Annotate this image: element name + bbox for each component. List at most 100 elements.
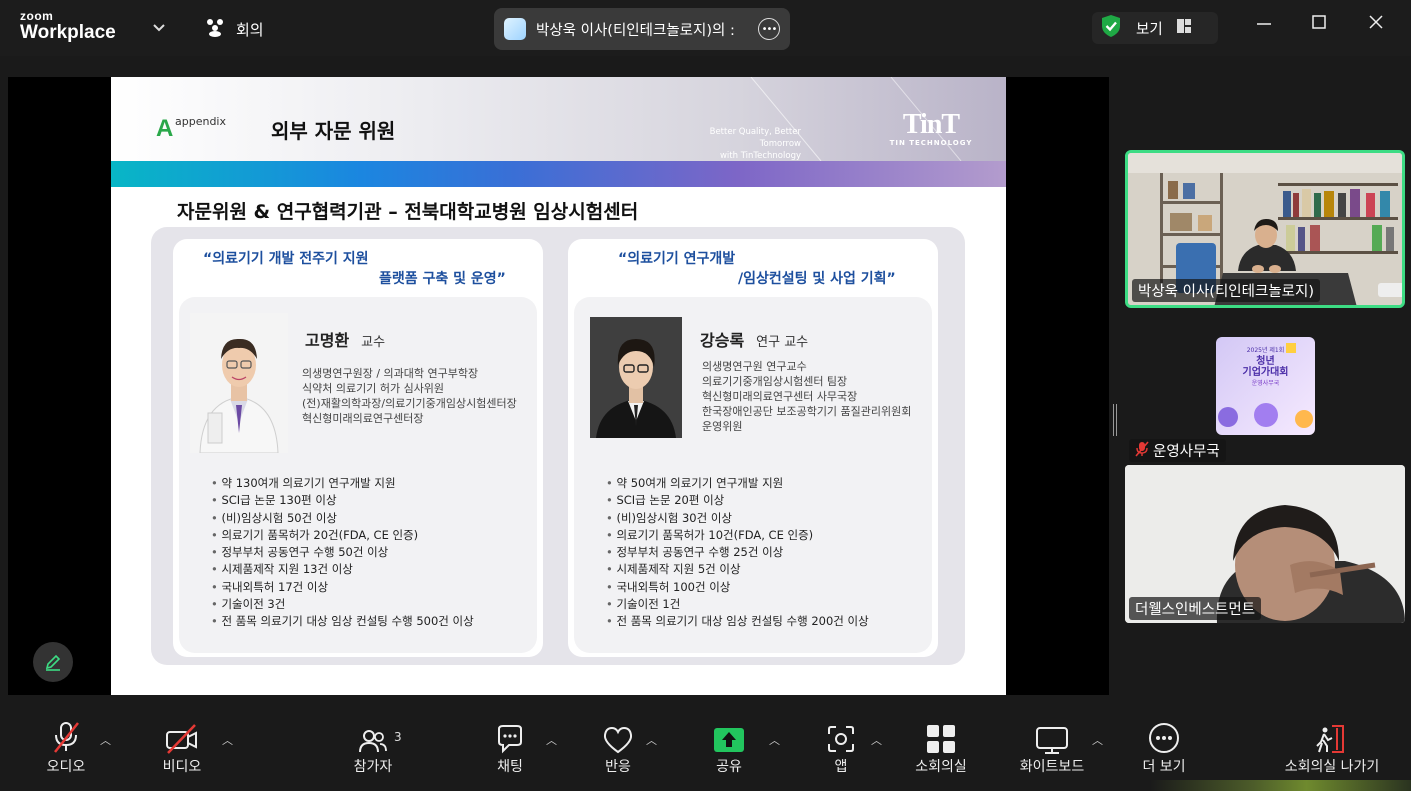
share-label: 공유 — [716, 759, 742, 775]
achievement-item: 전 품목 의료기기 대상 임상 컨설팅 수행 500건 이상 — [211, 613, 473, 630]
participant-tile-active[interactable]: 박상욱 이사(티인테크놀로지) — [1125, 150, 1405, 308]
view-label: 보기 — [1136, 21, 1163, 38]
breakout-label: 소회의실 — [915, 759, 967, 775]
chevron-down-icon[interactable] — [152, 20, 166, 39]
poster-line1: 2025년 제1회 — [1246, 347, 1285, 354]
cv-line: 운영위원 — [702, 420, 743, 433]
logo-small: TIN TECHNOLOGY — [889, 139, 973, 147]
video-button[interactable]: 비디오 — [137, 712, 227, 791]
whiteboard-options-caret-icon[interactable]: ︿ — [1092, 732, 1103, 748]
appendix-letter: A — [156, 115, 174, 142]
screen-share-pill[interactable]: 박상욱 이사(티인테크놀로지)의 : ••• — [494, 8, 790, 50]
meeting-label: 회의 — [236, 20, 264, 39]
annotate-pencil-button[interactable] — [33, 642, 73, 682]
zoom-logo: zoom Workplace — [20, 10, 116, 42]
advisor-name: 강승록 연구 교수 — [700, 327, 808, 351]
advisor-card-left: “의료기기 개발 전주기 지원 플랫폼 구축 및 운영” 고명환 교수 의생명연구… — [173, 239, 543, 657]
advisor-quote: “의료기기 연구개발 /임상컨설팅 및 사업 기획” — [618, 249, 896, 289]
appendix-text: appendix — [175, 115, 226, 128]
whiteboard-label: 화이트보드 — [1019, 759, 1085, 775]
video-off-icon — [165, 712, 199, 756]
reactions-options-caret-icon[interactable]: ︿ — [646, 732, 657, 748]
advisor-role: 교수 — [361, 335, 386, 350]
participants-count: 3 — [394, 730, 402, 744]
chat-label: 채팅 — [497, 759, 523, 775]
mic-muted-icon — [1135, 440, 1149, 461]
cv-line: 의료기기중개임상시험센터 팀장 — [702, 375, 848, 388]
panel-splitter-handle[interactable] — [1113, 404, 1117, 436]
whiteboard-button[interactable]: 화이트보드 — [1007, 712, 1097, 791]
participant-name: 박상욱 이사(티인테크놀로지) — [1132, 279, 1321, 302]
view-button[interactable]: 보기 — [1092, 12, 1218, 44]
cv-line: 의생명연구원장 / 의과대학 연구부학장 — [302, 367, 479, 380]
quote-line2: 플랫폼 구축 및 운영” — [379, 271, 506, 287]
achievement-item: 기술이전 3건 — [211, 596, 474, 613]
logo-big: TinT — [902, 109, 960, 140]
leave-label: 소회의실 나가기 — [1284, 759, 1380, 775]
achievement-list: 약 50여개 의료기기 연구개발 지원 SCI급 논문 20편 이상 (비)임상… — [606, 475, 869, 631]
chat-button[interactable]: 채팅 — [465, 712, 555, 791]
whiteboard-icon — [1035, 712, 1069, 756]
participant-label: 운영사무국 — [1129, 439, 1226, 462]
achievement-list: 약 130여개 의료기기 연구개발 지원 SCI급 논문 130편 이상 (비)… — [211, 475, 474, 631]
more-label: 더 보기 — [1142, 759, 1186, 775]
achievement-item: 국내외특허 100건 이상 — [606, 579, 869, 596]
participants-button[interactable]: 참가자 — [328, 712, 418, 791]
audio-options-caret-icon[interactable]: ︿ — [100, 732, 111, 748]
breakout-rooms-icon — [926, 712, 956, 756]
meeting-icon — [204, 17, 226, 41]
audio-button[interactable]: 오디오 — [21, 712, 111, 791]
achievement-item: 의료기기 품목허가 10건(FDA, CE 인증) — [606, 527, 869, 544]
chat-icon — [495, 712, 525, 756]
advisor-name-text: 강승록 — [700, 331, 745, 350]
poster-line3: 기업가대회 — [1242, 367, 1289, 378]
advisor-cv: 의생명연구원 연구교수 의료기기중개임상시험센터 팀장 혁신형미래의료연구센터 … — [702, 359, 911, 434]
slide-title: 외부 자문 위원 — [271, 119, 396, 143]
pencil-icon — [45, 654, 61, 671]
video-label: 비디오 — [162, 759, 202, 775]
participant-name: 운영사무국 — [1153, 444, 1220, 460]
achievement-item: 시제품제작 지원 13건 이상 — [211, 561, 474, 578]
share-options-caret-icon[interactable]: ︿ — [769, 732, 780, 748]
poster-line4: 운영사무국 — [1251, 380, 1280, 387]
achievement-item: 의료기기 품목허가 20건(FDA, CE 인증) — [211, 527, 474, 544]
tagline-line2: with TinTechnology — [719, 151, 801, 161]
cv-line: 혁신형미래의료연구센터장 — [302, 412, 424, 425]
shield-check-icon — [1100, 14, 1122, 42]
header-gradient-bar — [111, 161, 1006, 187]
share-pill-text: 박상욱 이사(티인테크놀로지)의 : — [536, 22, 735, 39]
apps-button[interactable]: 앱 — [796, 712, 886, 791]
video-options-caret-icon[interactable]: ︿ — [222, 732, 233, 748]
apps-options-caret-icon[interactable]: ︿ — [871, 732, 882, 748]
brand-line2: Workplace — [20, 22, 116, 43]
advisor-card-right: “의료기기 연구개발 /임상컨설팅 및 사업 기획” 강승록 연구 교수 의생명연… — [568, 239, 938, 657]
advisor-name-text: 고명환 — [305, 331, 350, 350]
maximize-icon[interactable] — [1311, 14, 1327, 35]
participant-tile[interactable]: 2025년 제1회 청년 기업가대회 운영사무국 운영사무국 — [1125, 308, 1405, 465]
close-icon[interactable] — [1368, 14, 1384, 35]
meeting-info-button[interactable]: 회의 — [204, 17, 264, 41]
achievement-item: 시제품제작 지원 5건 이상 — [606, 561, 869, 578]
share-screen-button[interactable]: 공유 — [684, 712, 774, 791]
cv-line: 식약처 의료기기 허가 심사위원 — [302, 382, 445, 395]
cv-line: 의생명연구원 연구교수 — [702, 360, 807, 373]
slide-subtitle: 자문위원 & 연구협력기관 – 전북대학교병원 임상시험센터 — [177, 201, 639, 223]
advisor-role: 연구 교수 — [756, 335, 809, 350]
advisor-quote: “의료기기 개발 전주기 지원 플랫폼 구축 및 운영” — [203, 249, 506, 289]
chat-options-caret-icon[interactable]: ︿ — [546, 732, 557, 748]
advisor-photo — [190, 313, 288, 453]
layout-grid-icon — [1176, 19, 1191, 37]
advisor-photo — [590, 317, 682, 438]
cv-line: 한국장애인공단 보조공학기기 품질관리위원회 — [702, 405, 912, 418]
advisor-name: 고명환 교수 — [305, 327, 385, 351]
shared-slide: A appendix 외부 자문 위원 Better Quality, Bett… — [111, 77, 1006, 695]
more-options-icon[interactable]: ••• — [758, 18, 780, 40]
minimize-icon[interactable] — [1256, 14, 1272, 35]
achievement-item: 국내외특허 17건 이상 — [211, 579, 474, 596]
audio-label: 오디오 — [46, 759, 86, 775]
reactions-button[interactable]: 반응 — [573, 712, 663, 791]
participant-tile[interactable]: 더웰스인베스트먼트 — [1125, 465, 1405, 623]
breakout-rooms-button[interactable]: 소회의실 — [896, 712, 986, 791]
cv-line: (전)재활의학과장/의료기기중개임상시험센터장 — [302, 397, 517, 410]
apps-icon — [826, 712, 856, 756]
